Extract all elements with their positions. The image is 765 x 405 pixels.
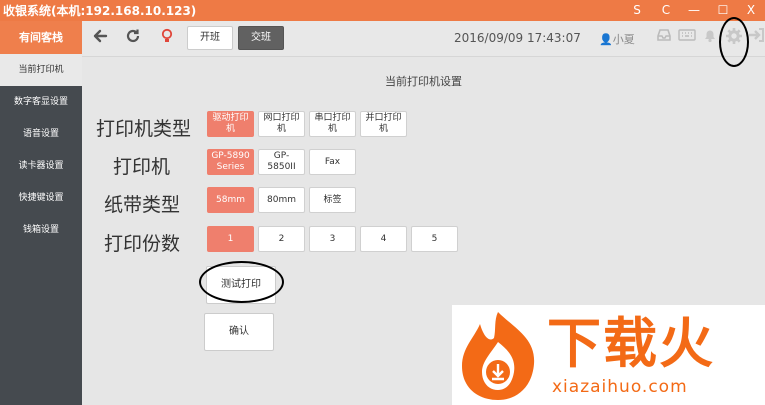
toolbar: 开班 交班 2016/09/09 17:43:07 👤小夏 bbox=[82, 21, 765, 57]
window-title-bar: 收银系统(本机:192.168.10.123) S C — ☐ X bbox=[0, 0, 765, 21]
window-s-button[interactable]: S bbox=[627, 1, 647, 20]
sidebar-item-current-printer[interactable]: 当前打印机 bbox=[0, 54, 82, 86]
printer-fax-option[interactable]: Fax bbox=[309, 149, 356, 175]
printer-type-label: 打印机类型 bbox=[96, 118, 192, 140]
sidebar: 有间客栈 当前打印机 数字客显设置 语音设置 读卡器设置 快捷键设置 钱箱设置 bbox=[0, 21, 82, 405]
printer-gp5850-option[interactable]: GP-5850II bbox=[258, 149, 305, 175]
paper-label-option[interactable]: 标签 bbox=[309, 187, 356, 213]
paper-type-label: 纸带类型 bbox=[104, 194, 181, 216]
copies-3-option[interactable]: 3 bbox=[309, 226, 356, 252]
logout-icon[interactable] bbox=[748, 27, 764, 48]
user-name: 小夏 bbox=[612, 33, 635, 46]
window-maximize-button[interactable]: ☐ bbox=[713, 1, 733, 20]
keyboard-icon[interactable] bbox=[678, 27, 696, 47]
sidebar-item-customer-display[interactable]: 数字客显设置 bbox=[0, 86, 82, 118]
copies-label: 打印份数 bbox=[104, 233, 181, 255]
store-name: 有间客栈 bbox=[0, 21, 82, 54]
sidebar-item-cash-drawer[interactable]: 钱箱设置 bbox=[0, 214, 82, 246]
user-info[interactable]: 👤小夏 bbox=[599, 31, 635, 47]
copies-2-option[interactable]: 2 bbox=[258, 226, 305, 252]
tray-icon[interactable] bbox=[656, 27, 672, 48]
window-title: 收银系统(本机:192.168.10.123) bbox=[3, 4, 197, 18]
paper-58mm-option[interactable]: 58mm bbox=[207, 187, 254, 213]
window-close-button[interactable]: X bbox=[741, 1, 761, 20]
printer-type-parallel-option[interactable]: 并口打印机 bbox=[360, 111, 407, 137]
printer-type-driver-option[interactable]: 驱动打印机 bbox=[207, 111, 254, 137]
open-shift-button[interactable]: 开班 bbox=[187, 26, 233, 50]
user-icon: 👤 bbox=[599, 33, 613, 46]
printer-type-serial-option[interactable]: 串口打印机 bbox=[309, 111, 356, 137]
confirm-button[interactable]: 确认 bbox=[204, 313, 274, 351]
sidebar-item-card-reader[interactable]: 读卡器设置 bbox=[0, 150, 82, 182]
copies-1-option[interactable]: 1 bbox=[207, 226, 254, 252]
window-minimize-button[interactable]: — bbox=[684, 1, 704, 20]
handover-button[interactable]: 交班 bbox=[238, 26, 284, 50]
arrow-left-icon[interactable] bbox=[92, 28, 108, 49]
paper-80mm-option[interactable]: 80mm bbox=[258, 187, 305, 213]
sidebar-item-shortcuts[interactable]: 快捷键设置 bbox=[0, 182, 82, 214]
bell-icon[interactable] bbox=[702, 27, 718, 48]
printer-label: 打印机 bbox=[113, 156, 171, 178]
gear-icon[interactable] bbox=[725, 27, 743, 50]
watermark-url: xiazaihuo.com bbox=[552, 377, 688, 397]
printer-type-network-option[interactable]: 网口打印机 bbox=[258, 111, 305, 137]
refresh-icon[interactable] bbox=[125, 28, 141, 49]
sidebar-item-voice[interactable]: 语音设置 bbox=[0, 118, 82, 150]
current-datetime: 2016/09/09 17:43:07 bbox=[454, 31, 581, 45]
printer-gp5890-option[interactable]: GP-5890 Series bbox=[207, 149, 254, 175]
watermark-flame-logo bbox=[462, 312, 535, 400]
settings-title: 当前打印机设置 bbox=[385, 75, 462, 88]
watermark: 下载火 xiazaihuo.com bbox=[452, 305, 765, 405]
copies-5-option[interactable]: 5 bbox=[411, 226, 458, 252]
lightbulb-icon[interactable] bbox=[160, 28, 174, 49]
watermark-text: 下载火 bbox=[547, 312, 715, 375]
copies-4-option[interactable]: 4 bbox=[360, 226, 407, 252]
test-print-button[interactable]: 测试打印 bbox=[206, 266, 276, 304]
window-c-button[interactable]: C bbox=[656, 1, 676, 20]
